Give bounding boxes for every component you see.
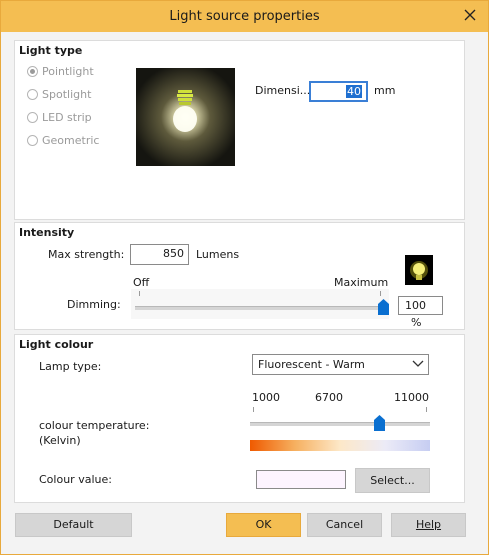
slider-tick-end [426, 407, 427, 412]
max-strength-value: 850 [163, 247, 184, 260]
lamp-type-value: Fluorescent - Warm [258, 358, 365, 371]
light-colour-group: Light colour Lamp type: Fluorescent - Wa… [14, 334, 465, 503]
help-button[interactable]: Help [391, 513, 466, 537]
radio-label: Pointlight [42, 65, 94, 78]
dimension-unit: mm [374, 84, 396, 97]
dimming-slider[interactable] [131, 289, 389, 319]
radio-unselected-icon [27, 135, 38, 146]
light-colour-heading: Light colour [19, 338, 94, 351]
temp-scale-min: 1000 [252, 391, 280, 404]
intensity-heading: Intensity [19, 226, 75, 239]
colour-temp-unit-label: (Kelvin) [39, 434, 81, 447]
dimension-input[interactable]: 40 [309, 81, 368, 102]
lamp-type-label: Lamp type: [39, 360, 102, 373]
light-type-group: Light type Pointlight Spotlight LED stri… [14, 40, 465, 220]
ok-button[interactable]: OK [226, 513, 301, 537]
dimming-value-input[interactable]: 100 % [398, 296, 443, 329]
title-bar: Light source properties [1, 1, 488, 32]
colour-temp-slider-track [250, 422, 430, 426]
dimming-slider-track [135, 306, 385, 310]
bulb-preview-image [136, 68, 235, 166]
dimming-value: 100 [405, 299, 426, 312]
dimension-value: 40 [346, 85, 362, 98]
dimming-min-label: Off [133, 276, 150, 289]
close-icon[interactable] [458, 5, 482, 27]
colour-temp-slider-thumb[interactable] [374, 415, 386, 431]
max-strength-input[interactable]: 850 [130, 244, 189, 265]
dimming-slider-thumb[interactable] [378, 299, 389, 315]
colour-swatch [256, 470, 346, 489]
max-strength-label: Max strength: [48, 248, 125, 261]
select-colour-button[interactable]: Select... [355, 468, 430, 493]
dialog-body: Light type Pointlight Spotlight LED stri… [1, 32, 488, 554]
radio-selected-icon [27, 66, 38, 77]
temp-scale-mid: 6700 [315, 391, 343, 404]
radio-spotlight[interactable]: Spotlight [27, 88, 91, 101]
radio-geometric[interactable]: Geometric [27, 134, 99, 147]
dimension-label: Dimensi... [255, 84, 311, 97]
light-type-heading: Light type [19, 44, 83, 57]
dimming-unit: % [411, 316, 422, 329]
temp-scale-max: 11000 [394, 391, 429, 404]
radio-unselected-icon [27, 112, 38, 123]
cancel-button[interactable]: Cancel [307, 513, 382, 537]
radio-pointlight[interactable]: Pointlight [27, 65, 94, 78]
dimming-max-label: Maximum [334, 276, 389, 289]
radio-label: Geometric [42, 134, 100, 147]
colour-value-label: Colour value: [39, 473, 112, 486]
window-title: Light source properties [169, 9, 320, 24]
colour-temp-label: colour temperature: [39, 419, 150, 432]
max-strength-unit: Lumens [196, 248, 240, 261]
dimming-label: Dimming: [67, 298, 121, 311]
small-bulb-icon [405, 255, 433, 285]
colour-temp-gradient [250, 440, 430, 451]
slider-tick-end [380, 291, 381, 296]
colour-temp-slider[interactable] [250, 405, 430, 435]
radio-unselected-icon [27, 89, 38, 100]
intensity-group: Intensity Max strength: 850 Lumens Off M… [14, 222, 465, 330]
radio-led-strip[interactable]: LED strip [27, 111, 92, 124]
default-button[interactable]: Default [15, 513, 132, 537]
light-source-dialog: Light source properties Light type Point… [0, 0, 489, 555]
radio-label: LED strip [42, 111, 92, 124]
slider-tick-start [139, 291, 140, 296]
radio-label: Spotlight [42, 88, 92, 101]
chevron-down-icon [412, 359, 424, 372]
slider-tick-start [253, 407, 254, 412]
lamp-type-dropdown[interactable]: Fluorescent - Warm [252, 354, 429, 375]
